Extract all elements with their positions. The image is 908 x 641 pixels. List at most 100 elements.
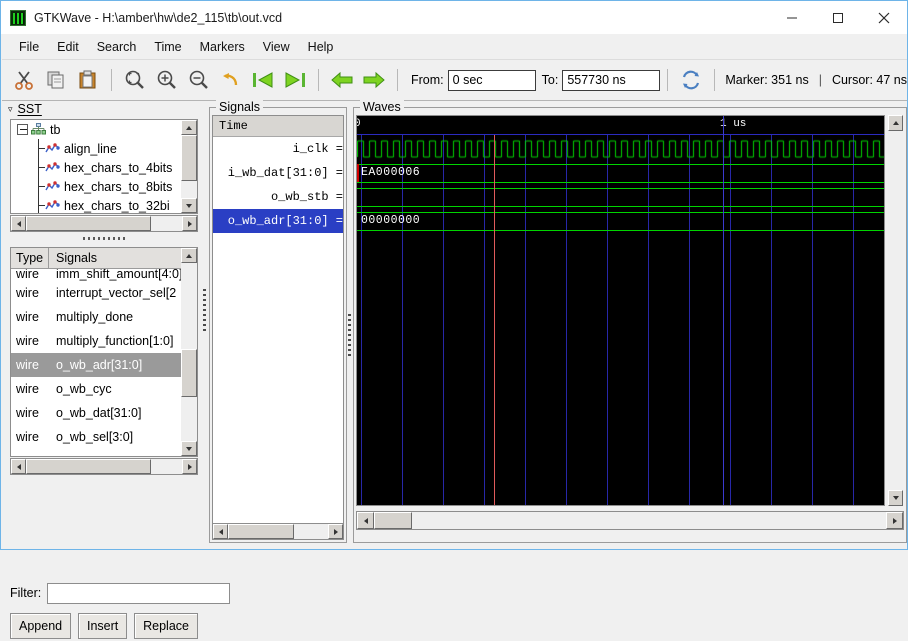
tree-item-hex-chars-to-32bits[interactable]: hex_chars_to_32bi: [11, 196, 197, 213]
scrollbar-track[interactable]: [888, 131, 903, 490]
scrollbar-thumb[interactable]: [26, 216, 151, 231]
zoom-in-icon[interactable]: [151, 64, 183, 96]
menu-file[interactable]: File: [10, 37, 48, 57]
list-item[interactable]: wire multiply_done: [11, 305, 181, 329]
cut-icon[interactable]: [8, 64, 40, 96]
waveform-row-i-clk[interactable]: [357, 137, 884, 161]
sst-header[interactable]: ▿ SST: [8, 102, 42, 116]
scrollbar-track[interactable]: [181, 397, 197, 441]
paste-icon[interactable]: [72, 64, 104, 96]
list-item[interactable]: wire o_wb_cyc: [11, 377, 181, 401]
menu-markers[interactable]: Markers: [191, 37, 254, 57]
close-button[interactable]: [861, 1, 907, 34]
scroll-down-button[interactable]: [181, 441, 197, 456]
filter-input[interactable]: [47, 582, 231, 604]
signal-list-horizontal-scrollbar[interactable]: [10, 458, 198, 475]
list-item[interactable]: wire imm_shift_amount[4:0]: [11, 269, 181, 281]
to-input[interactable]: [562, 69, 661, 91]
zoom-fit-icon[interactable]: [119, 64, 151, 96]
list-item-selected[interactable]: wire o_wb_adr[31:0]: [11, 353, 181, 377]
menu-search[interactable]: Search: [88, 37, 146, 57]
from-input[interactable]: [447, 69, 536, 91]
append-button[interactable]: Append: [10, 613, 72, 639]
scrollbar-track[interactable]: [151, 459, 182, 474]
waveform-row-o-wb-stb[interactable]: [357, 185, 884, 209]
waveform-row-i-wb-dat[interactable]: EA000006: [357, 161, 884, 185]
cursor-status: Cursor: 47 ns: [831, 73, 907, 87]
scrollbar-track[interactable]: [294, 524, 328, 539]
scroll-up-button[interactable]: [181, 120, 197, 135]
scroll-left-button[interactable]: [213, 524, 228, 539]
scrollbar-track[interactable]: [181, 181, 197, 198]
scrollbar-thumb[interactable]: [26, 459, 151, 474]
menu-help[interactable]: Help: [299, 37, 343, 57]
minimize-button[interactable]: [769, 1, 815, 34]
scroll-right-button[interactable]: [328, 524, 343, 539]
go-start-icon[interactable]: [247, 64, 279, 96]
scroll-right-button[interactable]: [886, 512, 903, 529]
left-vertical-splitter[interactable]: [199, 251, 209, 371]
sst-tree[interactable]: tb align_line hex_chars_to_4bits hex_cha…: [10, 119, 198, 214]
sst-vertical-scrollbar[interactable]: [181, 120, 197, 213]
copy-icon[interactable]: [40, 64, 72, 96]
insert-button[interactable]: Insert: [77, 613, 128, 639]
list-item[interactable]: wire o_wb_dat[31:0]: [11, 401, 181, 425]
tree-expander-icon[interactable]: [17, 124, 28, 135]
scroll-left-button[interactable]: [11, 459, 26, 474]
sst-horizontal-scrollbar[interactable]: [10, 215, 198, 232]
chevron-down-icon[interactable]: ▿: [8, 104, 13, 115]
list-item[interactable]: wire o_wb_sel[3:0]: [11, 425, 181, 449]
go-end-icon[interactable]: [279, 64, 311, 96]
back-icon[interactable]: [326, 64, 358, 96]
scroll-up-button[interactable]: [888, 115, 903, 131]
list-item[interactable]: wire interrupt_vector_sel[2: [11, 281, 181, 305]
column-header-signals[interactable]: Signals: [49, 248, 97, 268]
signal-row-i-wb-dat[interactable]: i_wb_dat[31:0] =: [213, 161, 343, 185]
scrollbar-thumb[interactable]: [228, 524, 294, 539]
scroll-left-button[interactable]: [11, 216, 26, 231]
scrollbar-thumb[interactable]: [181, 349, 197, 397]
signal-row-i-clk[interactable]: i_clk =: [213, 137, 343, 161]
reload-icon[interactable]: [675, 64, 707, 96]
scroll-left-button[interactable]: [357, 512, 374, 529]
menu-time[interactable]: Time: [145, 37, 190, 57]
replace-button[interactable]: Replace: [134, 613, 198, 639]
tree-item-align-line[interactable]: align_line: [11, 139, 197, 158]
signal-row-o-wb-adr-selected[interactable]: o_wb_adr[31:0] =: [213, 209, 343, 233]
tree-item-tb[interactable]: tb: [11, 120, 197, 139]
scroll-right-button[interactable]: [182, 216, 197, 231]
signal-type-list[interactable]: Type Signals wire imm_shift_amount[4:0] …: [10, 247, 198, 457]
list-item[interactable]: wire multiply_function[1:0]: [11, 329, 181, 353]
zoom-out-icon[interactable]: [183, 64, 215, 96]
signal-label: i_wb_dat[31:0] =: [227, 166, 343, 180]
waveform-canvas[interactable]: 0 1 us EA000006: [356, 115, 885, 506]
signal-row-o-wb-stb[interactable]: o_wb_stb =: [213, 185, 343, 209]
waves-horizontal-scrollbar[interactable]: [356, 511, 904, 530]
scrollbar-track[interactable]: [181, 263, 197, 349]
cursor-line[interactable]: [723, 116, 724, 505]
undo-icon[interactable]: [215, 64, 247, 96]
signals-horizontal-scrollbar[interactable]: [212, 523, 344, 540]
scrollbar-track[interactable]: [151, 216, 182, 231]
maximize-button[interactable]: [815, 1, 861, 34]
scroll-up-button[interactable]: [181, 248, 197, 263]
scrollbar-thumb[interactable]: [374, 512, 412, 529]
marker-line[interactable]: [494, 135, 495, 505]
horizontal-splitter[interactable]: [10, 232, 198, 244]
scroll-down-button[interactable]: [888, 490, 903, 506]
forward-icon[interactable]: [358, 64, 390, 96]
scroll-right-button[interactable]: [182, 459, 197, 474]
time-ruler[interactable]: 0 1 us: [357, 116, 884, 135]
scrollbar-thumb[interactable]: [181, 135, 197, 181]
tree-item-hex-chars-to-8bits[interactable]: hex_chars_to_8bits: [11, 177, 197, 196]
column-header-type[interactable]: Type: [11, 248, 49, 268]
scrollbar-track[interactable]: [412, 512, 886, 529]
menu-view[interactable]: View: [254, 37, 299, 57]
signals-list[interactable]: Time i_clk = i_wb_dat[31:0] = o_wb_stb =…: [212, 115, 344, 527]
scroll-down-button[interactable]: [181, 198, 197, 213]
menu-edit[interactable]: Edit: [48, 37, 88, 57]
tree-item-hex-chars-to-4bits[interactable]: hex_chars_to_4bits: [11, 158, 197, 177]
waves-vertical-scrollbar[interactable]: [888, 115, 903, 506]
signal-list-vertical-scrollbar[interactable]: [181, 248, 197, 456]
waveform-row-o-wb-adr[interactable]: 00000000: [357, 209, 884, 233]
